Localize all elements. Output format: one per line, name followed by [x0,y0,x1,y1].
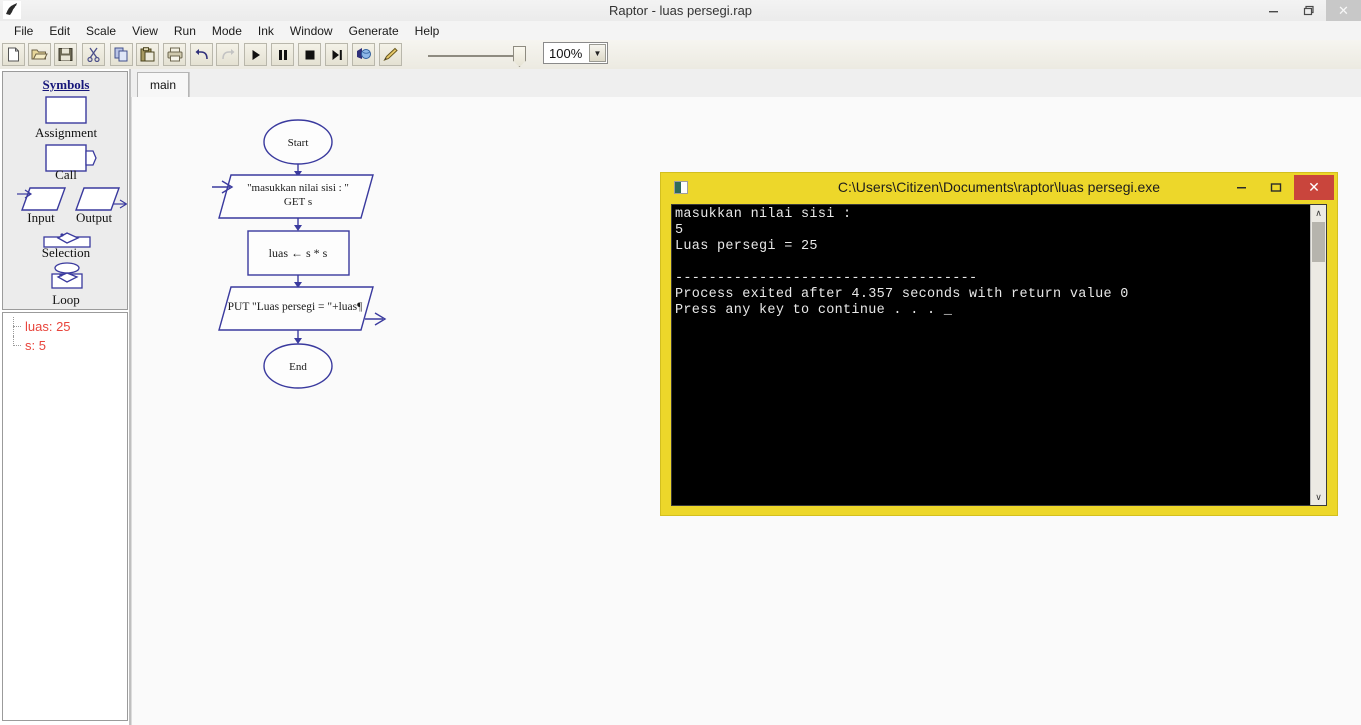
toolbar [0,40,1361,70]
symbols-palette-title: Symbols [42,77,90,92]
play-icon[interactable] [244,43,267,66]
menu-item-edit[interactable]: Edit [41,23,78,39]
menu-item-run[interactable]: Run [166,23,204,39]
menubar: File Edit Scale View Run Mode Ink Window… [0,21,1361,41]
step-icon[interactable] [325,43,348,66]
zoom-slider-track [428,55,520,57]
flow-node-assignment-label: luas ← s * s [269,246,328,260]
symbol-selection-label: Selection [41,245,91,260]
console-scrollbar[interactable]: ∧ ∨ [1310,205,1326,505]
menu-item-scale[interactable]: Scale [78,23,124,39]
console-output-text: masukkan nilai sisi : 5 Luas persegi = 2… [675,207,1129,318]
scrollbar-thumb[interactable] [1312,222,1325,262]
menu-item-mode[interactable]: Mode [204,23,250,39]
symbol-loop-label: Loop [52,292,80,307]
menu-item-file[interactable]: File [6,23,41,39]
zoom-slider[interactable] [425,43,530,67]
pause-icon[interactable] [271,43,294,66]
console-close-button[interactable]: ✕ [1294,175,1334,200]
window-title: Raptor - luas persegi.rap [608,3,753,18]
scroll-down-icon[interactable]: ∨ [1311,489,1326,505]
symbol-assignment-label: Assignment [34,125,98,140]
zoom-level-value: 100% [549,45,583,61]
paste-icon[interactable] [136,43,159,66]
flow-node-start-label: Start [288,137,309,149]
copy-icon[interactable] [110,43,133,66]
console-window[interactable]: C:\Users\Citizen\Documents\raptor\luas p… [660,172,1338,516]
undo-icon[interactable] [190,43,213,66]
symbols-palette: Symbols Assignment Call Input Output Sel… [2,71,128,310]
scroll-up-icon[interactable]: ∧ [1311,205,1326,221]
window-minimize-button[interactable] [1256,0,1291,21]
menu-item-ink[interactable]: Ink [250,23,282,39]
chevron-down-icon[interactable]: ▼ [589,44,606,62]
left-panel: Symbols Assignment Call Input Output Sel… [0,69,131,725]
zoom-slider-thumb[interactable] [513,46,526,67]
stop-icon[interactable] [298,43,321,66]
console-output-area[interactable]: masukkan nilai sisi : 5 Luas persegi = 2… [671,204,1327,506]
pen-icon[interactable] [379,43,402,66]
menu-item-generate[interactable]: Generate [341,23,407,39]
tabstrip: main [131,69,1361,98]
flow-node-output-label: PUT "Luas persegi = "+luas¶ [228,301,363,313]
watch-variable-s[interactable]: s: 5 [3,336,127,355]
tab-strip-divider [189,72,202,97]
flowchart-canvas[interactable]: Start "masukkan nilai sisi : " GET s lua… [131,97,1361,725]
zoom-level-dropdown[interactable]: 100% ▼ [543,42,608,64]
window-titlebar: Raptor - luas persegi.rap ✕ [0,0,1361,22]
variable-watch-panel: luas: 25 s: 5 [2,312,128,721]
window-restore-button[interactable] [1291,0,1326,21]
print-icon[interactable] [163,43,186,66]
flow-node-end-label: End [289,361,307,373]
globe-icon[interactable] [352,43,375,66]
menu-item-window[interactable]: Window [282,23,341,39]
redo-icon[interactable] [216,43,239,66]
symbol-output-label: Output [75,210,113,225]
open-icon[interactable] [28,43,51,66]
cut-icon[interactable] [82,43,105,66]
window-close-button[interactable]: ✕ [1326,0,1361,21]
raptor-application-window: Raptor - luas persegi.rap ✕ File Edit Sc… [0,0,1361,725]
new-icon[interactable] [2,43,25,66]
flow-node-input-line1: "masukkan nilai sisi : " [247,182,349,194]
menu-item-help[interactable]: Help [407,23,448,39]
tab-main[interactable]: main [137,72,189,97]
symbol-call-label: Call [55,167,77,182]
menu-item-view[interactable]: View [124,23,166,39]
console-maximize-button[interactable] [1259,175,1293,199]
save-icon[interactable] [54,43,77,66]
console-minimize-button[interactable] [1225,175,1259,199]
watch-variable-luas[interactable]: luas: 25 [3,317,127,336]
flow-node-input-line2: GET s [284,196,312,208]
console-titlebar: C:\Users\Citizen\Documents\raptor\luas p… [661,173,1337,202]
